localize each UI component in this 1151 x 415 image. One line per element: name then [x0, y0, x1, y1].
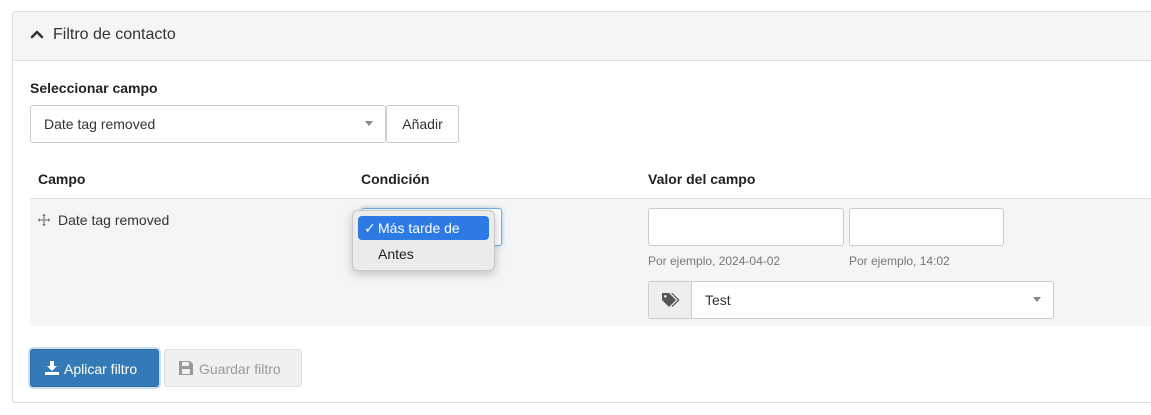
- condition-dropdown-menu: ✓ Más tarde de Antes: [352, 210, 495, 271]
- apply-filter-button[interactable]: Aplicar filtro: [30, 349, 159, 387]
- header-condition: Condición: [361, 171, 430, 187]
- caret-down-icon: [1033, 297, 1041, 302]
- row-field-name: Date tag removed: [58, 212, 170, 228]
- check-icon: ✓: [364, 220, 376, 236]
- save-filter-label: Guardar filtro: [199, 361, 281, 377]
- field-select-value: Date tag removed: [44, 116, 156, 132]
- panel-header[interactable]: Filtro de contacto: [13, 12, 1151, 61]
- header-value: Valor del campo: [648, 171, 756, 187]
- download-icon: [45, 361, 59, 375]
- header-field: Campo: [38, 171, 86, 187]
- apply-filter-label: Aplicar filtro: [64, 361, 138, 377]
- caret-down-icon: [365, 121, 373, 126]
- floppy-icon: [179, 361, 193, 375]
- panel-title: Filtro de contacto: [53, 26, 176, 43]
- date-input[interactable]: [648, 208, 844, 246]
- save-filter-button[interactable]: Guardar filtro: [164, 349, 302, 387]
- option-mas-tarde-de[interactable]: ✓ Más tarde de: [358, 216, 489, 240]
- tags-icon: [662, 293, 680, 307]
- chevron-up-icon[interactable]: [30, 27, 44, 46]
- option-label: Antes: [378, 246, 414, 262]
- time-input[interactable]: [849, 208, 1004, 246]
- date-hint: Por ejemplo, 2024-04-02: [648, 254, 781, 268]
- add-button[interactable]: Añadir: [386, 105, 459, 143]
- tag-addon: [648, 281, 692, 319]
- tag-select[interactable]: Test: [691, 281, 1054, 319]
- time-hint: Por ejemplo, 14:02: [849, 254, 950, 268]
- move-icon[interactable]: [37, 213, 51, 232]
- select-field-label: Seleccionar campo: [30, 80, 158, 96]
- option-label: Más tarde de: [378, 220, 460, 236]
- option-antes[interactable]: Antes: [358, 242, 489, 266]
- tag-select-value: Test: [705, 292, 731, 308]
- field-select[interactable]: Date tag removed: [30, 105, 386, 143]
